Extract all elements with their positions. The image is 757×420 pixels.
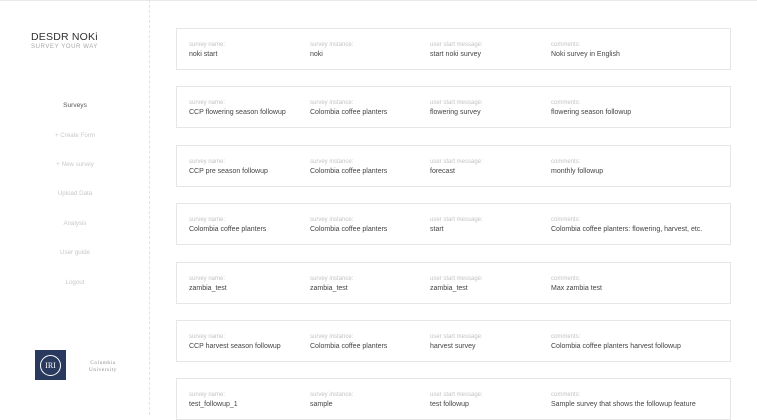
field-label: survey instance: bbox=[310, 392, 354, 398]
survey-instance: noki bbox=[310, 51, 323, 58]
field-label: survey instance: bbox=[310, 334, 354, 340]
survey-card[interactable]: survey name: test_followup_1 survey insta… bbox=[176, 378, 731, 420]
survey-name: Colombia coffee planters bbox=[189, 226, 267, 233]
field-label: survey instance: bbox=[310, 217, 354, 223]
nav-item-surveys[interactable]: Surveys bbox=[0, 102, 150, 109]
field-label: survey name: bbox=[189, 392, 226, 398]
start-message: start noki survey bbox=[430, 51, 481, 58]
survey-name: CCP pre season followup bbox=[189, 168, 268, 175]
nav-item-new-survey[interactable]: + New survey bbox=[0, 161, 150, 168]
app-title: DESDR NOKi bbox=[31, 31, 98, 43]
field-label: user start message: bbox=[430, 276, 483, 282]
field-label: survey instance: bbox=[310, 159, 354, 165]
survey-comments: Max zambia test bbox=[551, 285, 602, 292]
field-label: survey name: bbox=[189, 217, 226, 223]
field-label: survey name: bbox=[189, 276, 226, 282]
field-label: user start message: bbox=[430, 100, 483, 106]
survey-card[interactable]: survey name: CCP pre season followup surv… bbox=[176, 145, 731, 187]
field-label: survey instance: bbox=[310, 42, 354, 48]
iri-logo: IRI bbox=[35, 350, 66, 380]
survey-card[interactable]: survey name: Colombia coffee planters sur… bbox=[176, 203, 731, 245]
field-label: user start message: bbox=[430, 334, 483, 340]
start-message: zambia_test bbox=[430, 285, 468, 292]
field-label: survey instance: bbox=[310, 276, 354, 282]
field-label: survey name: bbox=[189, 334, 226, 340]
nav-item-upload-data[interactable]: Upload Data bbox=[0, 190, 150, 197]
field-label: comments: bbox=[551, 42, 581, 48]
nav-item-user-guide[interactable]: User guide bbox=[0, 249, 150, 256]
survey-name: zambia_test bbox=[189, 285, 227, 292]
survey-comments: monthly followup bbox=[551, 168, 604, 175]
nav-item-create-form[interactable]: + Create Form bbox=[0, 132, 150, 139]
columbia-text: Columbia bbox=[90, 360, 116, 366]
survey-comments: flowering season followup bbox=[551, 109, 632, 116]
survey-name: noki start bbox=[189, 51, 218, 58]
survey-card[interactable]: survey name: noki start survey instance: n… bbox=[176, 28, 731, 70]
survey-name: CCP flowering season followup bbox=[189, 109, 286, 116]
iri-logo-mark: IRI bbox=[40, 354, 61, 376]
columbia-university-logo: Columbia University bbox=[78, 360, 128, 374]
survey-instance: zambia_test bbox=[310, 285, 348, 292]
field-label: user start message: bbox=[430, 392, 483, 398]
start-message: start bbox=[430, 226, 444, 233]
nav-item-logout[interactable]: Logout bbox=[0, 279, 150, 286]
survey-instance: Colombia coffee planters bbox=[310, 168, 388, 175]
field-label: user start message: bbox=[430, 217, 483, 223]
survey-instance: Colombia coffee planters bbox=[310, 343, 388, 350]
university-text: University bbox=[89, 367, 117, 373]
field-label: comments: bbox=[551, 276, 581, 282]
survey-name: CCP harvest season followup bbox=[189, 343, 281, 350]
survey-comments: Colombia coffee planters harvest followu… bbox=[551, 343, 681, 350]
survey-instance: Colombia coffee planters bbox=[310, 109, 388, 116]
survey-comments: Noki survey in English bbox=[551, 51, 620, 58]
survey-instance: Colombia coffee planters bbox=[310, 226, 388, 233]
app-subtitle: SURVEY YOUR WAY bbox=[31, 44, 99, 50]
field-label: comments: bbox=[551, 217, 581, 223]
nav-item-analysis[interactable]: Analysis bbox=[0, 220, 150, 227]
field-label: comments: bbox=[551, 100, 581, 106]
survey-card[interactable]: survey name: CCP flowering season followu… bbox=[176, 86, 731, 128]
field-label: comments: bbox=[551, 334, 581, 340]
sidebar: DESDR NOKi SURVEY YOUR WAY Surveys + Cre… bbox=[0, 0, 150, 415]
start-message: test followup bbox=[430, 401, 469, 408]
start-message: flowering survey bbox=[430, 109, 481, 116]
field-label: comments: bbox=[551, 392, 581, 398]
survey-instance: sample bbox=[310, 401, 333, 408]
start-message: forecast bbox=[430, 168, 455, 175]
field-label: user start message: bbox=[430, 159, 483, 165]
survey-name: test_followup_1 bbox=[189, 401, 238, 408]
start-message: harvest survey bbox=[430, 343, 476, 350]
field-label: comments: bbox=[551, 159, 581, 165]
field-label: survey name: bbox=[189, 100, 226, 106]
field-label: survey name: bbox=[189, 42, 226, 48]
survey-comments: Sample survey that shows the followup fe… bbox=[551, 401, 696, 408]
survey-comments: Colombia coffee planters: flowering, har… bbox=[551, 226, 703, 233]
field-label: survey instance: bbox=[310, 100, 354, 106]
field-label: user start message: bbox=[430, 42, 483, 48]
survey-card[interactable]: survey name: zambia_test survey instance:… bbox=[176, 262, 731, 304]
survey-card[interactable]: survey name: CCP harvest season followup … bbox=[176, 320, 731, 362]
field-label: survey name: bbox=[189, 159, 226, 165]
